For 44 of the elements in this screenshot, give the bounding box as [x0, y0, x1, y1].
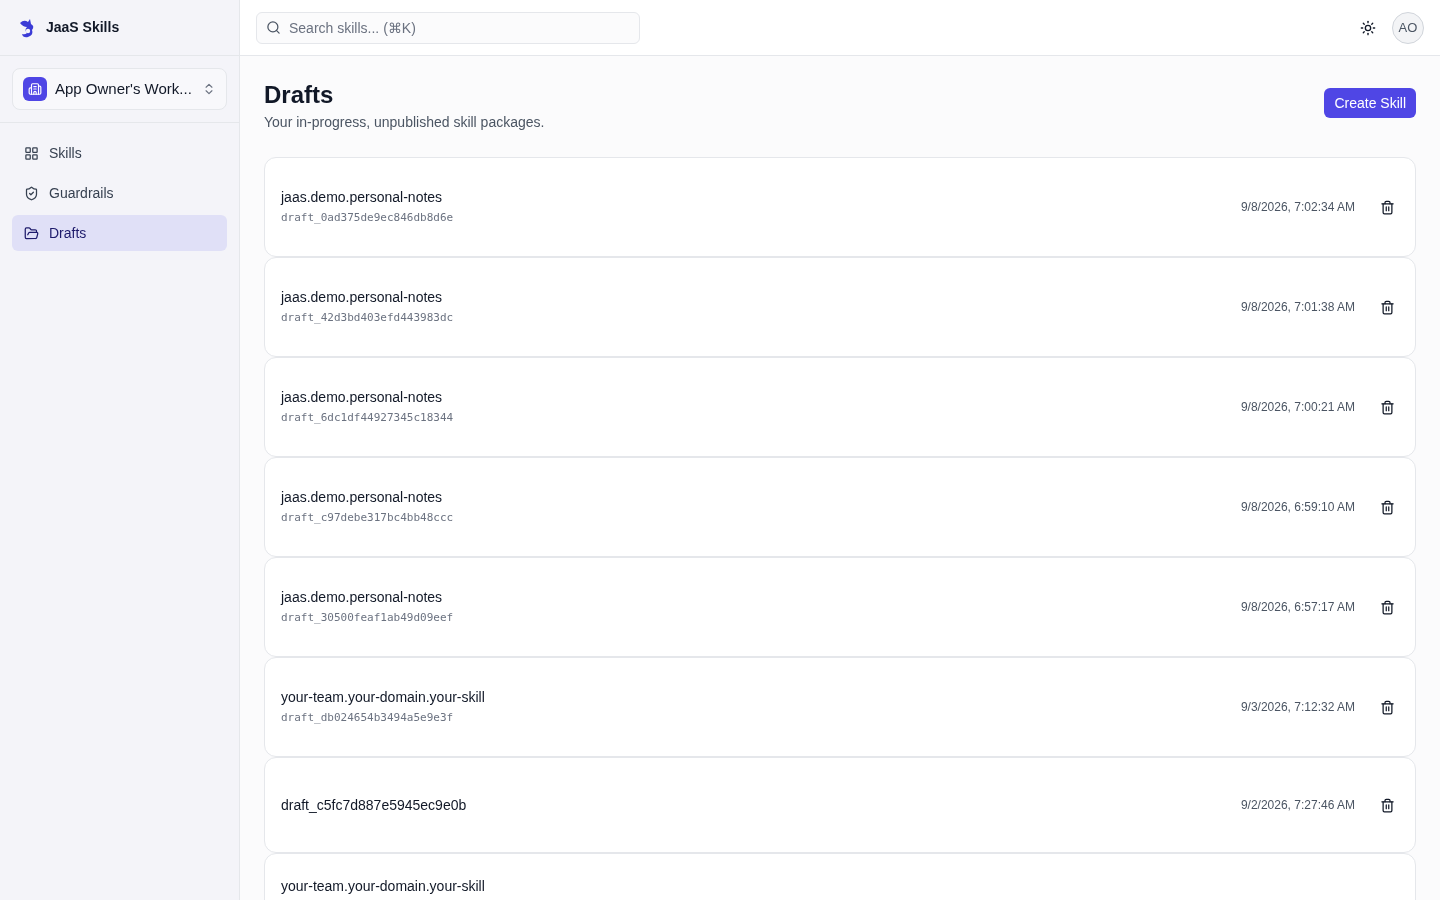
draft-card[interactable]: jaas.demo.personal-notes draft_0ad375de9ec846db8d6e 9/8/2026, 7:02:34 AM: [264, 157, 1416, 257]
draft-timestamp: 9/8/2026, 7:02:34 AM: [1240, 199, 1355, 216]
draft-name: jaas.demo.personal-notes: [281, 288, 444, 308]
draft-timestamp: 9/8/2026, 6:57:17 AM: [1240, 599, 1355, 616]
draft-timestamp: 9/3/2026, 7:12:32 AM: [1240, 699, 1355, 716]
draft-name: jaas.demo.personal-notes: [281, 488, 444, 508]
nav-item[interactable]: Drafts: [12, 215, 227, 251]
draft-name: your-team.your-domain.your-skill: [281, 688, 486, 708]
draft-id: draft_6dc1df44927345c18344: [281, 410, 455, 427]
draft-name: draft_c5fc7d887e5945ec9e0b: [281, 795, 468, 815]
user-avatar[interactable]: AO: [1392, 11, 1424, 44]
grid-icon: [24, 145, 39, 161]
search-field[interactable]: Search skills... (⌘K): [256, 11, 640, 44]
draft-timestamp: 9/8/2026, 7:01:38 AM: [1240, 299, 1355, 316]
building-icon: [23, 77, 47, 101]
shield-icon: [24, 185, 39, 201]
draft-card[interactable]: jaas.demo.personal-notes draft_42d3bd403efd443983dc 9/8/2026, 7:01:38 AM: [264, 257, 1416, 357]
draft-id: draft_db024654b3494a5e9e3f: [281, 710, 455, 727]
draft-card[interactable]: jaas.demo.personal-notes draft_6dc1df44927345c18344 9/8/2026, 7:00:21 AM: [264, 357, 1416, 457]
draft-card[interactable]: your-team.your-domain.your-skill draft_db024654b3494a5e9e3f 9/3/2026, 7:12:32 AM: [264, 657, 1416, 757]
page-title: Drafts: [264, 80, 335, 110]
search-icon: [266, 19, 281, 35]
workspace-switcher[interactable]: App Owner's Work...: [12, 68, 227, 110]
draft-name: jaas.demo.personal-notes: [281, 388, 444, 408]
draft-timestamp: 9/8/2026, 6:59:10 AM: [1240, 499, 1355, 516]
draft-id: draft_30500feaf1ab49d09eef: [281, 610, 455, 627]
folder-icon: [24, 225, 39, 241]
draft-id: draft_0ad375de9ec846db8d6e: [281, 210, 455, 227]
draft-timestamp: 9/8/2026, 7:00:21 AM: [1240, 399, 1355, 416]
draft-id: draft_42d3bd403efd443983dc: [281, 310, 455, 327]
draft-timestamp: 9/2/2026, 7:27:46 AM: [1240, 797, 1355, 814]
app-name: JaaS Skills: [46, 18, 120, 37]
page-subtitle: Your in-progress, unpublished skill packages.: [264, 113, 545, 132]
draft-card[interactable]: jaas.demo.personal-notes draft_30500feaf1ab49d09eef 9/8/2026, 6:57:17 AM: [264, 557, 1416, 657]
draft-card[interactable]: your-team.your-domain.your-skill: [264, 853, 1416, 900]
draft-name: jaas.demo.personal-notes: [281, 588, 444, 608]
draft-id: draft_c97debe317bc4bb48ccc: [281, 510, 455, 527]
nav-item[interactable]: Guardrails: [12, 175, 227, 211]
create-skill-button[interactable]: Create Skill: [1324, 88, 1416, 118]
draft-name: jaas.demo.personal-notes: [281, 188, 444, 208]
draft-card[interactable]: jaas.demo.personal-notes draft_c97debe317bc4bb48ccc 9/8/2026, 6:59:10 AM: [264, 457, 1416, 557]
draft-name: your-team.your-domain.your-skill: [281, 877, 486, 896]
nav-item[interactable]: Skills: [12, 135, 227, 171]
draft-card[interactable]: draft_c5fc7d887e5945ec9e0b 9/2/2026, 7:27:46 AM: [264, 757, 1416, 853]
